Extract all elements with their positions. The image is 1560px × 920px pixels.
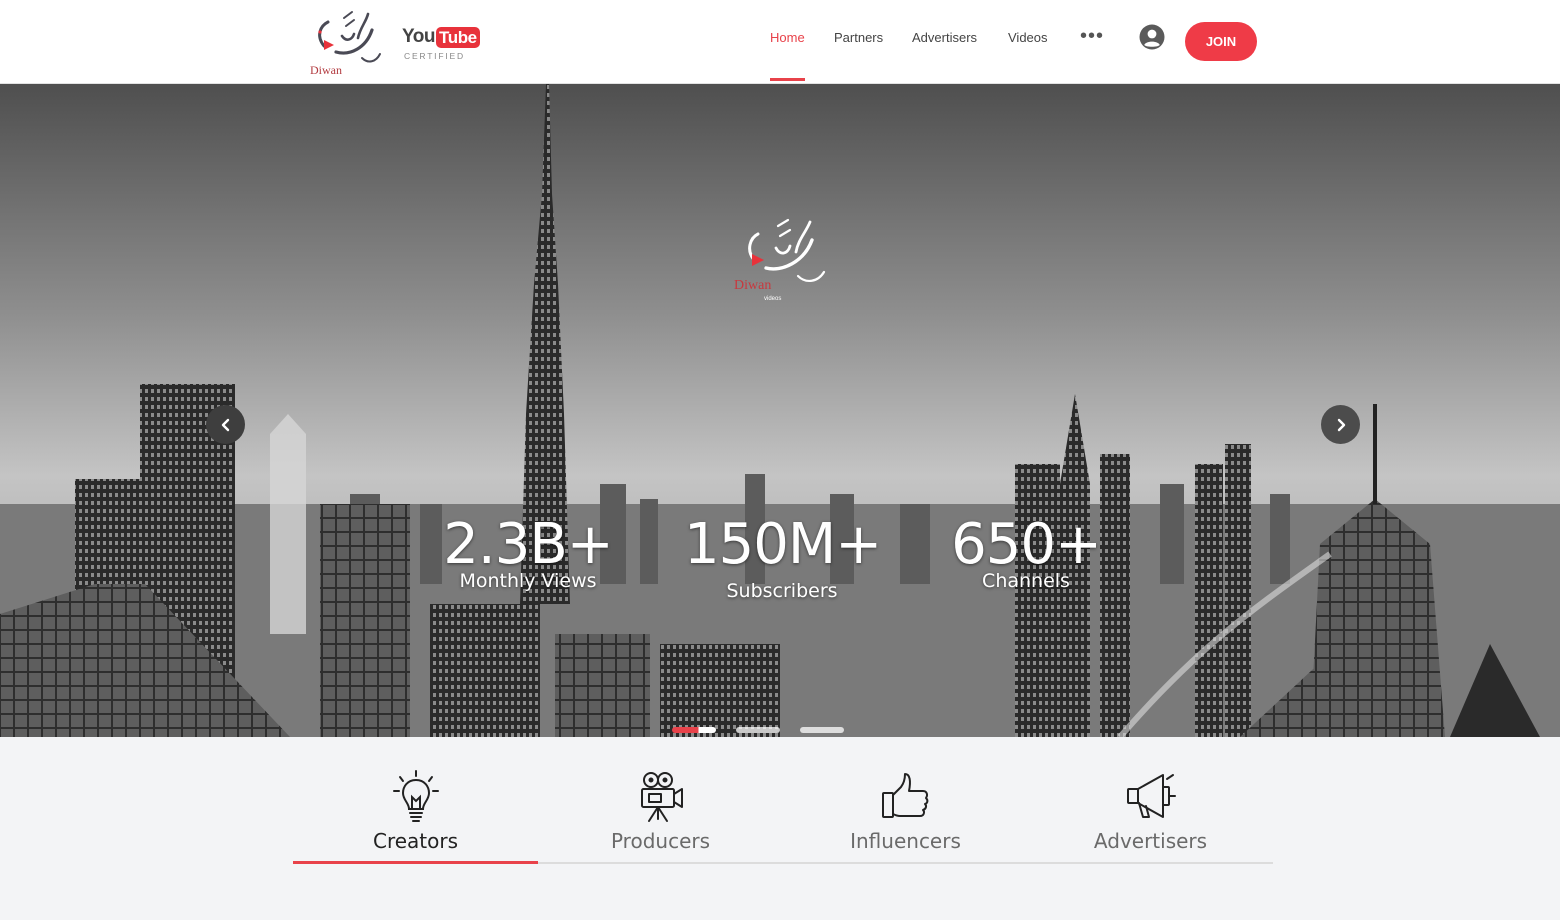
megaphone-icon — [1126, 774, 1176, 818]
carousel-prev-button[interactable] — [206, 405, 245, 444]
stat-label: Monthly Views — [459, 570, 597, 592]
badge-tube-text: Tube — [435, 26, 480, 48]
thumbs-up-icon — [881, 773, 928, 818]
tab-label: Creators — [372, 829, 459, 853]
movie-camera-icon — [640, 772, 683, 822]
tab-label: Producers — [610, 829, 711, 853]
youtube-certified-badge: You Tube CERTIFIED — [402, 26, 480, 62]
join-button[interactable]: JOIN — [1185, 22, 1257, 61]
carousel-indicators — [672, 727, 844, 733]
nav-partners[interactable]: Partners — [834, 30, 883, 45]
lightbulb-icon — [392, 770, 439, 822]
carousel-dot[interactable] — [672, 727, 716, 733]
stat-value: 150M+ — [684, 512, 882, 577]
logo-wordmark: Diwan — [310, 63, 342, 77]
hero-logo-wordmark: Diwan — [734, 278, 772, 293]
tab-creators[interactable]: Creators — [293, 757, 538, 864]
tab-label: Influencers — [850, 829, 961, 853]
hero-carousel: Diwan videos 2.3B+ Monthly Views 150M+ S… — [0, 84, 1560, 737]
carousel-dot[interactable] — [736, 727, 780, 733]
audience-tabs: Creators Producers Influencers Advertise… — [293, 757, 1273, 865]
tab-active-indicator — [293, 861, 538, 864]
badge-you-text: You — [402, 26, 435, 47]
stat-channels: 650+ Channels — [950, 512, 1102, 593]
chevron-left-icon — [221, 418, 229, 431]
tab-label: Advertisers — [1093, 829, 1208, 853]
more-horizontal-icon[interactable]: ••• — [1080, 26, 1104, 46]
tab-influencers[interactable]: Influencers — [783, 757, 1028, 861]
stat-label: Subscribers — [726, 580, 838, 602]
chevron-right-icon — [1337, 418, 1345, 431]
badge-certified-text: CERTIFIED — [404, 51, 465, 61]
nav-advertisers[interactable]: Advertisers — [912, 30, 977, 45]
hero-logo-subtext: videos — [764, 296, 782, 302]
user-circle-icon[interactable] — [1139, 24, 1165, 50]
carousel-dot[interactable] — [800, 727, 844, 733]
nav-home[interactable]: Home — [770, 30, 805, 45]
tab-producers[interactable]: Producers — [538, 757, 783, 861]
nav-videos[interactable]: Videos — [1008, 30, 1048, 45]
nav-active-indicator — [770, 78, 805, 81]
stat-value: 2.3B+ — [443, 512, 613, 577]
carousel-next-button[interactable] — [1321, 405, 1360, 444]
tab-advertisers[interactable]: Advertisers — [1028, 757, 1273, 861]
site-header: Diwan You Tube CERTIFIED Home Partners A… — [0, 0, 1560, 84]
stat-monthly-views: 2.3B+ Monthly Views — [440, 512, 616, 593]
hero-diwan-logo: Diwan videos — [728, 212, 836, 312]
stat-value: 650+ — [951, 512, 1102, 577]
stat-subscribers: 150M+ Subscribers — [684, 512, 882, 603]
diwan-logo[interactable]: Diwan — [306, 8, 384, 78]
